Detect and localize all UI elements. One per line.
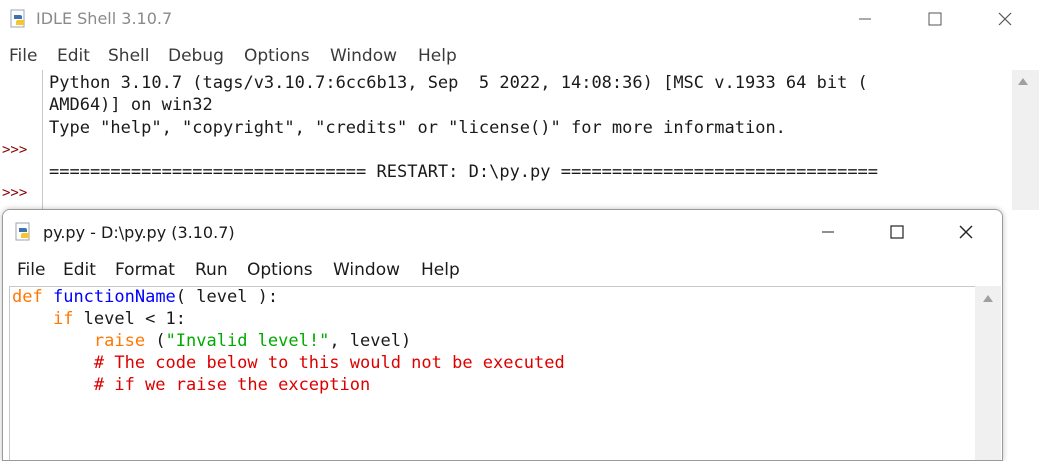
menu-edit[interactable]: Edit [63,260,96,280]
menu-help[interactable]: Help [418,46,457,66]
menu-window[interactable]: Window [333,260,400,280]
editor-scrollbar[interactable] [975,286,1001,460]
menu-options[interactable]: Options [244,46,310,66]
editor-close-button[interactable] [936,214,996,250]
code-text: , level) [329,331,412,351]
menu-shell[interactable]: Shell [108,46,149,66]
menu-help[interactable]: Help [421,260,460,280]
minimize-button[interactable] [830,0,900,38]
output-line: Python 3.10.7 (tags/v3.10.7:6cc6b13, Sep… [49,73,868,93]
python-icon [10,9,28,29]
editor-maximize-button[interactable] [867,214,927,250]
shell-menubar: File Edit Shell Debug Options Window Hel… [0,44,1039,70]
menu-run[interactable]: Run [195,260,228,280]
string-literal: "Invalid level!" [165,331,330,351]
shell-prompt: >>> [2,185,28,201]
scroll-up-icon[interactable] [983,295,993,302]
python-file-icon [15,222,33,242]
restart-line: =============================== RESTART:… [49,162,879,182]
code-text: ( level ): [175,287,279,307]
menu-options[interactable]: Options [247,260,313,280]
editor-menubar: File Edit Format Run Options Window Help [3,258,1002,284]
menu-edit[interactable]: Edit [57,46,90,66]
code-comment: # if we raise the exception [12,375,371,395]
prompt-gutter: >>> >>> [0,70,42,210]
keyword-raise: raise [93,331,146,351]
code-text: level < 1: [73,309,187,329]
editor-window: py.py - D:\py.py (3.10.7) File Edit Form… [2,209,1003,461]
code-editor[interactable]: def functionName( level ): if level < 1:… [9,286,977,460]
menu-file[interactable]: File [9,46,37,66]
menu-window[interactable]: Window [330,46,397,66]
keyword-if: if [52,309,74,329]
close-button[interactable] [970,0,1039,38]
code-line: raise ("Invalid level!", level) [93,331,412,351]
menu-format[interactable]: Format [115,260,175,280]
minimize-icon [859,18,871,20]
output-line: Type "help", "copyright", "credits" or "… [49,118,786,138]
keyword-def: def [12,287,43,307]
menu-debug[interactable]: Debug [168,46,224,66]
minimize-icon [822,231,834,233]
shell-output[interactable]: Python 3.10.7 (tags/v3.10.7:6cc6b13, Sep… [42,70,1011,210]
close-icon [998,12,1012,26]
code-comment: # The code below to this would not be ex… [12,353,565,373]
output-line: AMD64)] on win32 [49,95,213,115]
function-name: functionName [52,287,176,307]
shell-scrollbar[interactable] [1012,70,1039,210]
scroll-up-icon[interactable] [1018,78,1028,85]
editor-titlebar[interactable]: py.py - D:\py.py (3.10.7) [3,210,1002,254]
shell-titlebar[interactable]: IDLE Shell 3.10.7 [0,0,1039,40]
maximize-icon [928,12,942,26]
editor-minimize-button[interactable] [798,214,858,250]
menu-file[interactable]: File [17,260,45,280]
shell-prompt: >>> [2,142,28,158]
code-line: if level < 1: [12,309,186,329]
code-line: def functionName( level ): [12,287,278,307]
window-title: IDLE Shell 3.10.7 [36,9,173,28]
maximize-icon [890,225,904,239]
close-icon [959,225,973,239]
maximize-button[interactable] [900,0,970,38]
editor-title: py.py - D:\py.py (3.10.7) [43,223,235,242]
